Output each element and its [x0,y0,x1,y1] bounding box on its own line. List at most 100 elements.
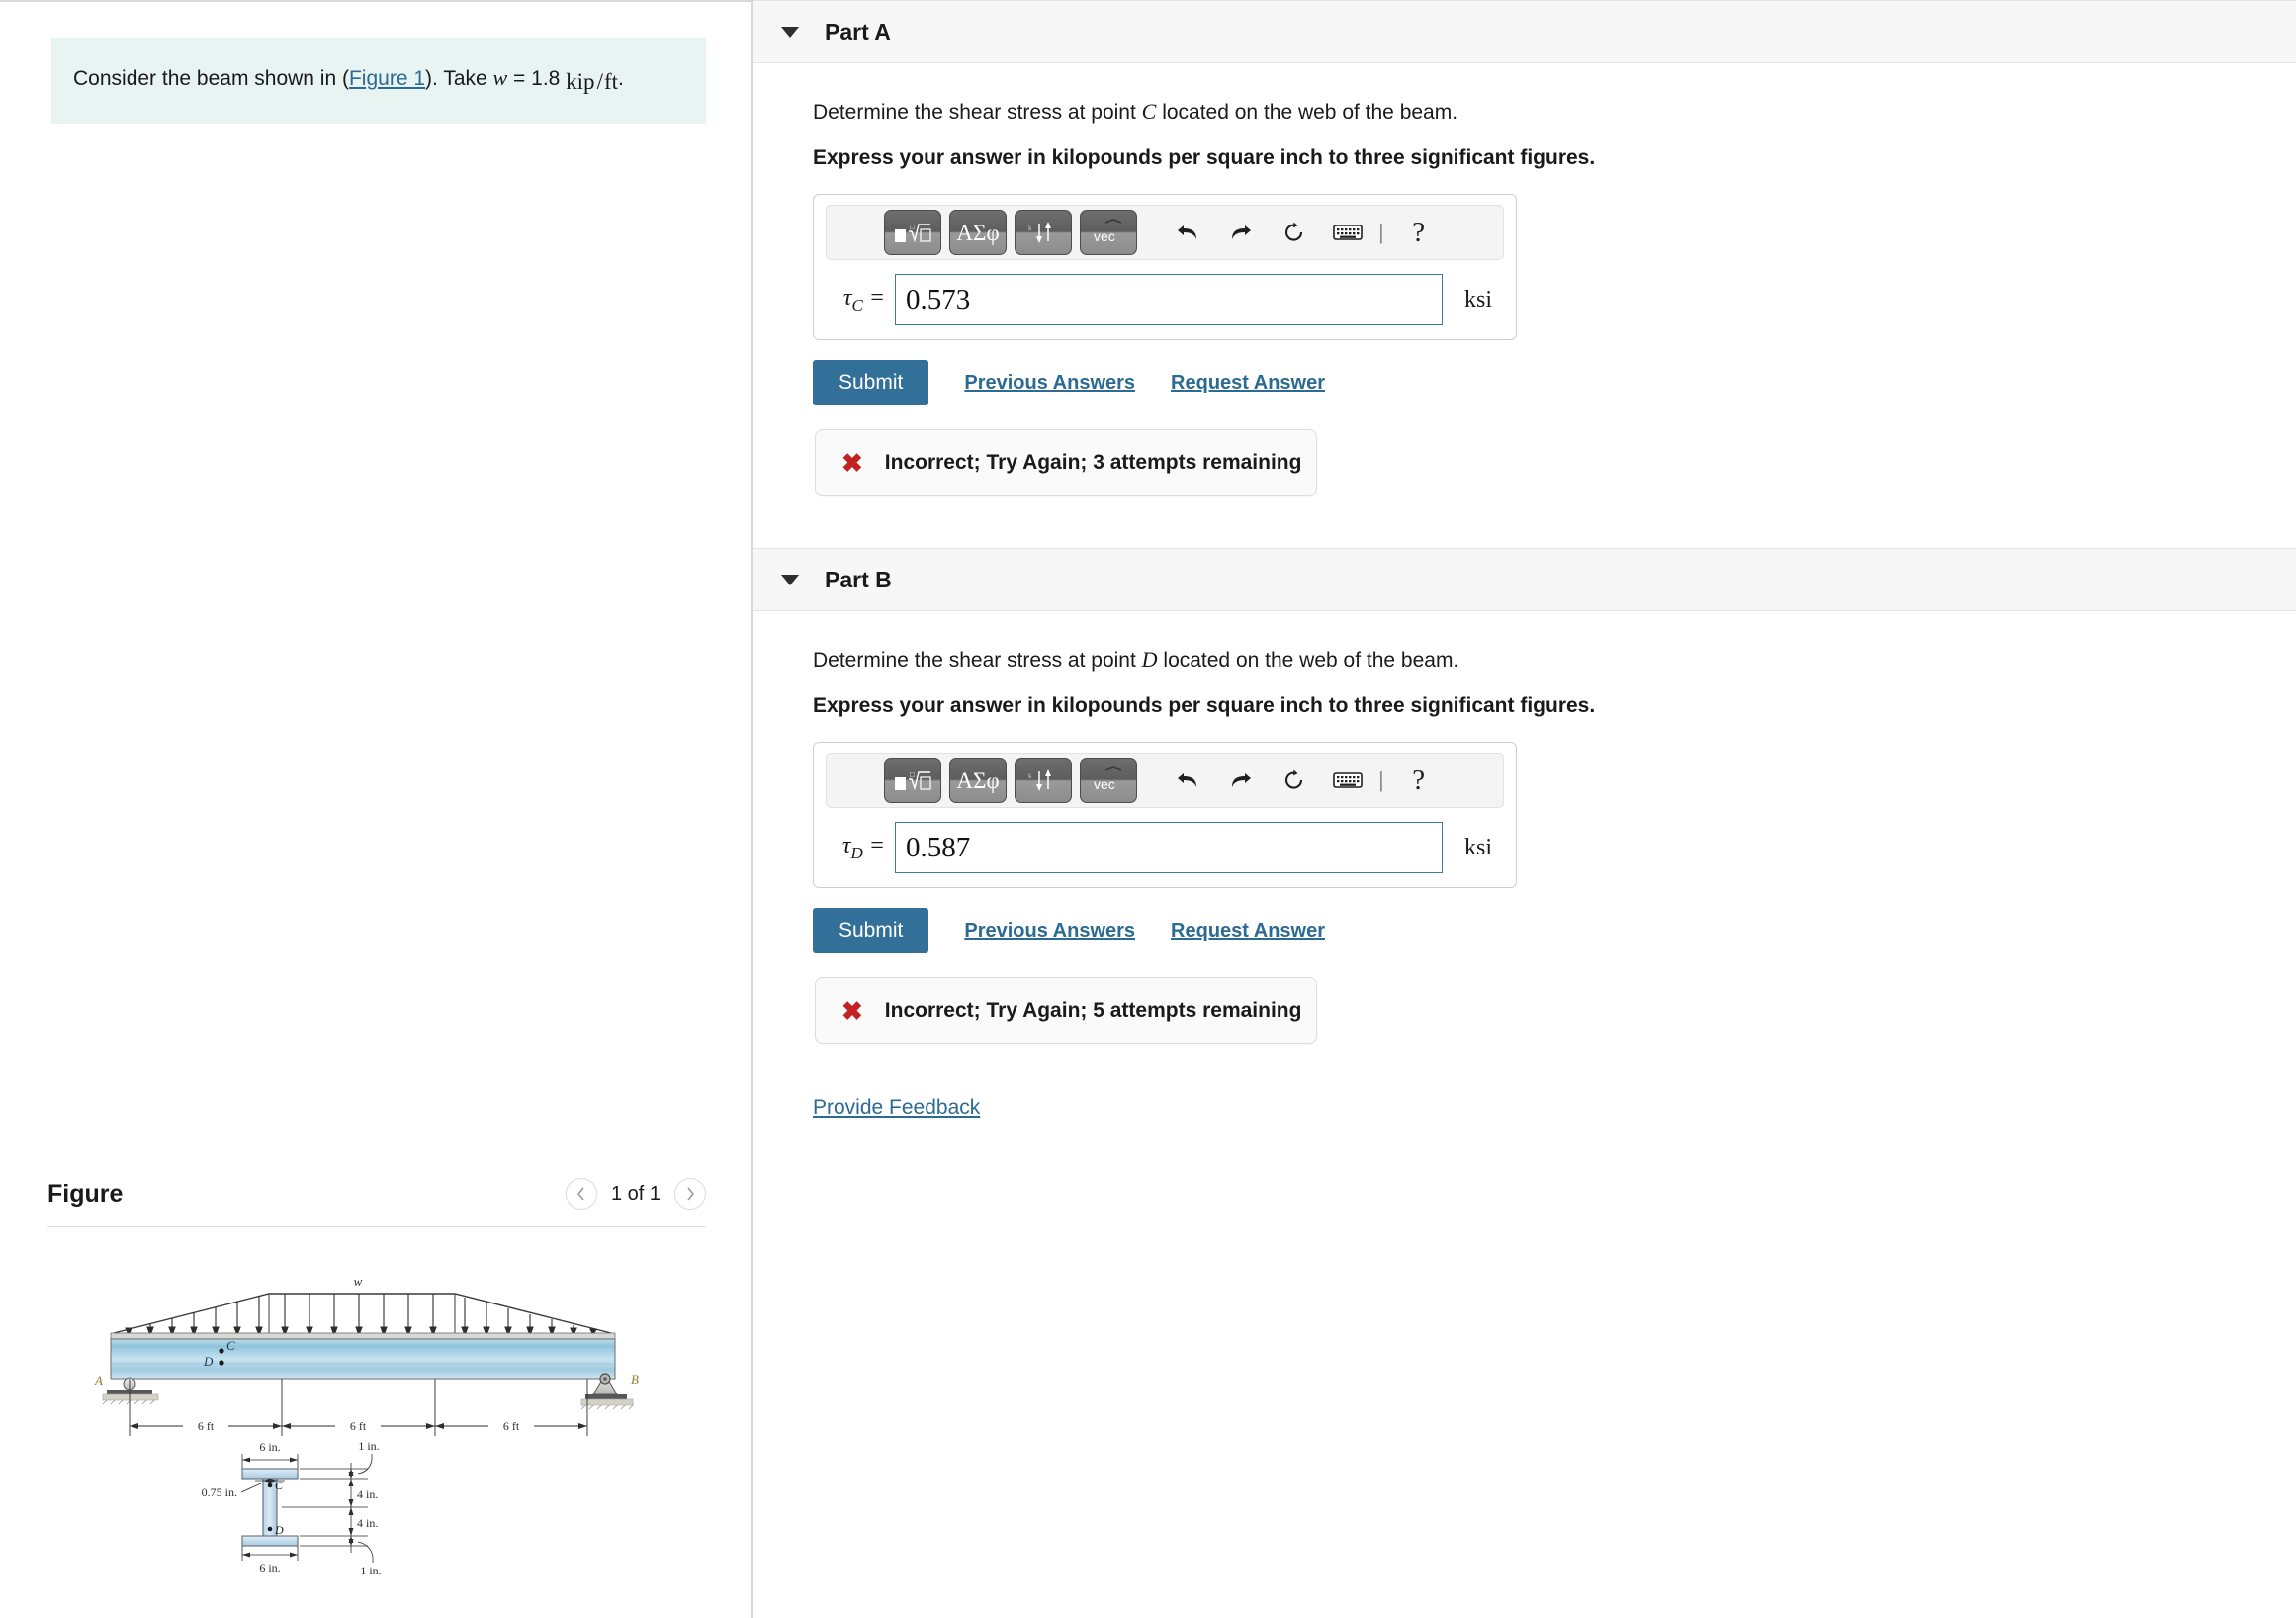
part-b-header[interactable]: Part B [753,548,2296,611]
span-label-2: 6 ft [350,1419,367,1433]
figure-header: Figure 1 of 1 [0,1165,753,1227]
redo-button[interactable] [1216,758,1266,803]
math-template-icon: □ [895,223,931,243]
part-b-question: Determine the shear stress at point D lo… [813,647,2296,673]
figure-1-link[interactable]: Figure 1 [349,67,425,90]
greek-symbols-glyph: ΑΣφ [956,220,1000,245]
svg-text:k: k [1028,225,1032,232]
problem-page: Consider the beam shown in (Figure 1). T… [0,0,2296,1618]
greek-symbols-button[interactable]: ΑΣφ [949,758,1007,803]
collapse-caret-icon[interactable] [781,574,799,585]
load-unit: kip/ft [566,66,618,98]
tau-symbol: τ [841,832,851,858]
part-b-title: Part B [825,566,892,592]
redo-icon [1232,225,1251,239]
part-a-feedback: ✖ Incorrect; Try Again; 3 attempts remai… [815,429,1317,496]
section-point-c-marker [267,1483,273,1488]
beam-diagram-svg: w C D A B 6 ft 6 ft 6 ft C D 6 in. 6 in.… [94,1274,639,1577]
part-b-instruction: Express your answer in kilopounds per sq… [813,694,1596,717]
vector-button[interactable]: vec [1080,758,1137,803]
section-point-d-marker [267,1526,273,1532]
part-b-math-toolbar: □ ΑΣφ k vec | ? [826,753,1504,808]
cross-section: C D 6 in. 6 in. 0.75 in. 4 in. 4 in. 1 i… [202,1439,382,1577]
part-b-feedback: ✖ Incorrect; Try Again; 5 attempts remai… [815,977,1317,1044]
support-a [102,1377,159,1405]
collapse-caret-icon[interactable] [781,26,799,38]
vector-button[interactable]: vec [1080,210,1137,255]
equals-symbol: = [868,284,885,311]
problem-text-after: ). Take [425,67,493,90]
part-b-answer-input[interactable] [895,822,1443,873]
tau-subscript: D [850,843,863,862]
part-b-submit-button[interactable]: Submit [813,908,929,953]
figure-diagram[interactable]: w C D A B 6 ft 6 ft 6 ft C D 6 in. 6 in.… [0,1266,753,1618]
provide-feedback-link[interactable]: Provide Feedback [813,1096,980,1120]
help-button[interactable]: ? [1394,758,1444,803]
keyboard-button[interactable] [1323,210,1372,255]
keyboard-icon [1333,225,1363,240]
part-a-feedback-text: Incorrect; Try Again; 3 attempts remaini… [884,451,1302,474]
section-point-d-label: D [274,1523,284,1537]
part-a-body: Determine the shear stress at point C lo… [753,99,2296,496]
question-pre: Determine the shear stress at point [813,649,1142,672]
figure-next-button[interactable] [674,1178,706,1210]
part-a-section: Part A Determine the shear stress at poi… [753,0,2296,496]
top-divider [0,0,751,2]
part-a-header[interactable]: Part A [753,0,2296,63]
math-template-button[interactable]: □ [884,210,941,255]
figure-pagination: 1 of 1 [565,1178,706,1210]
redo-button[interactable] [1216,210,1266,255]
part-a-submit-button[interactable]: Submit [813,360,929,405]
part-a-request-answer-link[interactable]: Request Answer [1171,372,1325,395]
web-thickness-label: 0.75 in. [202,1485,237,1499]
vector-icon: vec [1094,766,1122,792]
part-a-answer-box: □ ΑΣφ k vec | ? τC = 0.573 ksi [813,194,1517,340]
greek-symbols-button[interactable]: ΑΣφ [949,210,1007,255]
undo-button[interactable] [1163,758,1212,803]
keyboard-button[interactable] [1323,758,1372,803]
part-b-body: Determine the shear stress at point D lo… [753,647,2296,1120]
sub-superscript-icon: k [1028,769,1051,791]
support-b-label: B [631,1372,639,1387]
load-arrows [125,1294,597,1337]
reset-button[interactable] [1270,758,1319,803]
x-mark-icon: ✖ [841,447,863,478]
sub-superscript-button[interactable]: k [1015,758,1072,803]
part-b-feedback-text: Incorrect; Try Again; 5 attempts remaini… [884,999,1302,1022]
help-button[interactable]: ? [1394,210,1444,255]
sub-superscript-button[interactable]: k [1015,210,1072,255]
beam-point-c-label: C [226,1338,235,1353]
bottom-flange-width-label: 6 in. [259,1561,280,1574]
math-template-button[interactable]: □ [884,758,941,803]
top-flange [241,1468,299,1480]
part-b-previous-answers-link[interactable]: Previous Answers [964,920,1135,943]
chevron-left-icon [576,1187,584,1201]
vector-icon: vec [1094,219,1122,244]
beam-top-edge [110,1332,616,1340]
load-variable: w [492,65,508,90]
part-a-submit-row: Submit Previous Answers Request Answer [813,360,2296,405]
part-a-math-toolbar: □ ΑΣφ k vec | ? [826,205,1504,260]
svg-text:□: □ [910,770,915,779]
upper-web-height-label: 4 in. [357,1487,378,1501]
figure-prev-button[interactable] [565,1178,597,1210]
part-a-instruction: Express your answer in kilopounds per sq… [813,146,1596,169]
greek-symbols-glyph: ΑΣφ [956,767,1000,793]
load-label: w [354,1274,363,1289]
part-a-previous-answers-link[interactable]: Previous Answers [964,372,1135,395]
bottom-flange-thickness-leader [357,1541,374,1563]
problem-text-before: Consider the beam shown in ( [73,67,349,90]
beam-point-d-label: D [203,1354,214,1369]
undo-button[interactable] [1163,210,1212,255]
reset-button[interactable] [1270,210,1319,255]
part-b-request-answer-link[interactable]: Request Answer [1171,920,1325,943]
part-b-submit-row: Submit Previous Answers Request Answer [813,908,2296,953]
svg-text:vec: vec [1094,228,1115,244]
part-a-title: Part A [825,18,891,45]
toolbar-divider: | [1378,767,1384,792]
point-d-marker [219,1360,224,1366]
unit-numerator: kip [566,69,595,95]
reset-icon [1284,769,1303,789]
undo-icon [1178,225,1196,239]
part-a-answer-input[interactable] [895,274,1443,325]
